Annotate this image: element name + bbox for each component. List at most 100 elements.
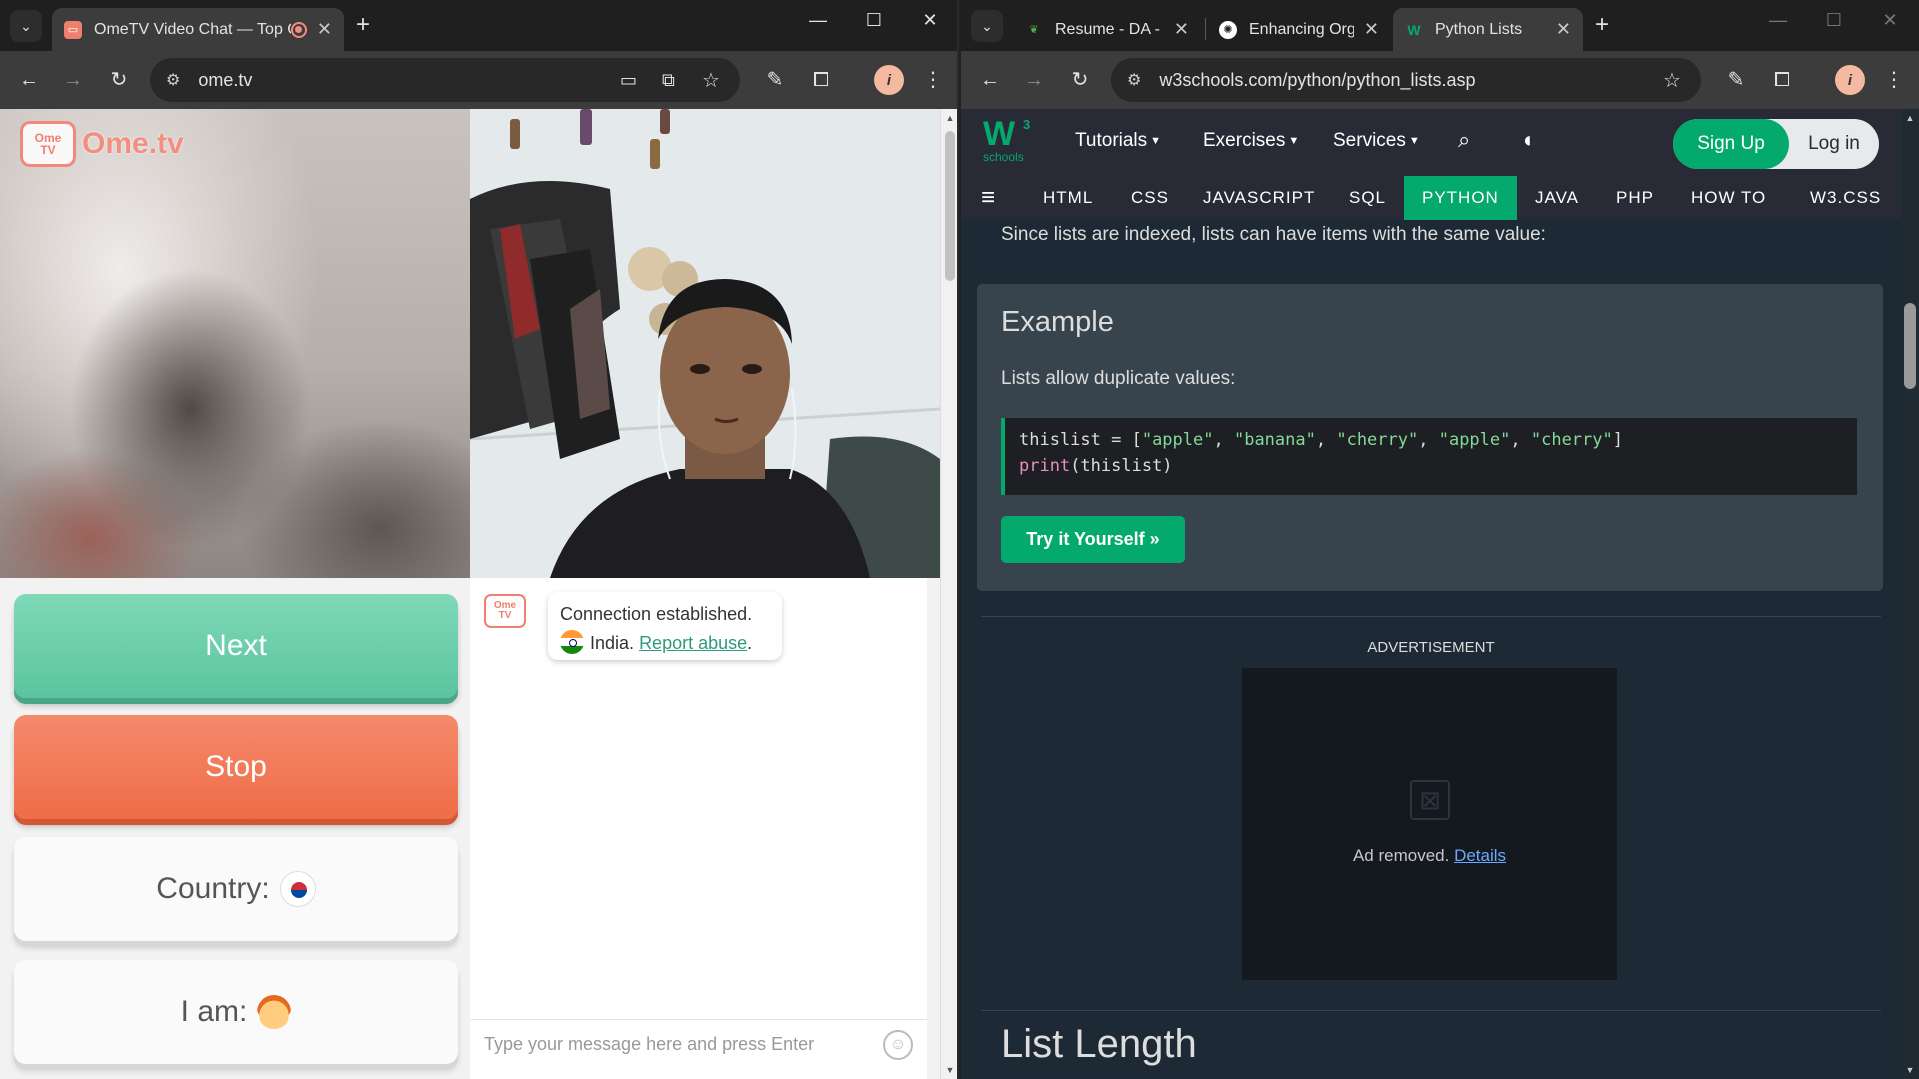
close-window-button[interactable]: ✕: [1868, 10, 1912, 31]
report-abuse-link[interactable]: Report abuse: [639, 633, 747, 653]
tab-search-button[interactable]: ⌄: [971, 10, 1003, 42]
emoji-picker-icon[interactable]: ☺: [883, 1030, 913, 1060]
ometv-page: Ome TV Ome.tv Next Stop Country: I am: O…: [0, 109, 957, 1079]
page-scrollbar[interactable]: ▲ ▼: [1901, 109, 1919, 1079]
profile-avatar[interactable]: i: [1835, 65, 1865, 95]
section-heading: List Length: [1001, 1022, 1197, 1066]
subnav-javascript[interactable]: JAVASCRIPT: [1185, 176, 1333, 220]
scroll-down-icon[interactable]: ▼: [941, 1065, 957, 1075]
subnav-java[interactable]: JAVA: [1517, 176, 1597, 220]
country-selector[interactable]: Country:: [14, 837, 458, 941]
forward-icon[interactable]: →: [58, 65, 88, 95]
bookmark-star-icon[interactable]: ☆: [702, 68, 720, 93]
ometv-favicon-icon: ▭: [64, 20, 82, 39]
subnav-w3css[interactable]: W3.CSS: [1792, 176, 1899, 220]
camera-icon[interactable]: ▭: [620, 70, 637, 91]
subnav-css[interactable]: CSS: [1113, 176, 1187, 220]
install-app-icon[interactable]: ⧉: [662, 70, 675, 91]
nav-tutorials[interactable]: Tutorials ▼: [1075, 130, 1161, 152]
subnav-html[interactable]: HTML: [1025, 176, 1111, 220]
w3schools-logo[interactable]: W 3 schools: [983, 117, 1035, 167]
tab-python-lists[interactable]: W Python Lists ✕: [1393, 8, 1583, 51]
local-video: [470, 109, 940, 578]
tab-separator: [1205, 18, 1206, 40]
maximize-button[interactable]: ☐: [1812, 10, 1856, 31]
site-info-icon[interactable]: ⚙: [166, 70, 180, 90]
back-icon[interactable]: ←: [975, 65, 1005, 95]
browser-toolbar: ← → ↻ ⚙ w3schools.com/python/python_list…: [961, 51, 1919, 109]
code-block: thislist = ["apple", "banana", "cherry",…: [1001, 418, 1857, 495]
extensions-icon[interactable]: ⧠: [806, 65, 836, 95]
minimize-button[interactable]: —: [796, 10, 840, 31]
try-it-yourself-button[interactable]: Try it Yourself »: [1001, 516, 1185, 563]
scrollbar-thumb[interactable]: [945, 131, 955, 281]
caret-down-icon: ▼: [1408, 135, 1420, 147]
south-korea-flag-icon: [279, 871, 316, 907]
reload-icon[interactable]: ↻: [1065, 65, 1095, 95]
tab-close-icon[interactable]: ✕: [1556, 19, 1571, 40]
tab-close-icon[interactable]: ✕: [317, 19, 332, 40]
minimize-button[interactable]: —: [1756, 10, 1800, 31]
maximize-button[interactable]: ☐: [852, 10, 896, 31]
bookmark-star-icon[interactable]: ☆: [1663, 68, 1681, 93]
self-camera-feed: [470, 109, 940, 578]
address-bar[interactable]: ⚙ ome.tv ▭ ⧉ ☆: [150, 58, 740, 102]
subnav-php[interactable]: PHP: [1598, 176, 1672, 220]
profile-avatar[interactable]: i: [874, 65, 904, 95]
remote-video: Ome TV Ome.tv: [0, 109, 470, 578]
example-box: Example Lists allow duplicate values: th…: [977, 284, 1883, 591]
tab-close-icon[interactable]: ✕: [1174, 19, 1189, 40]
subnav-sql[interactable]: SQL: [1331, 176, 1404, 220]
scrollbar-thumb[interactable]: [1904, 303, 1916, 389]
new-tab-button[interactable]: +: [356, 12, 370, 38]
main-content: Since lists are indexed, lists can have …: [961, 220, 1901, 1079]
logo-badge-bottom: TV: [40, 143, 56, 157]
new-tab-button[interactable]: +: [1595, 12, 1609, 38]
nav-exercises[interactable]: Exercises ▼: [1203, 130, 1299, 152]
page-scrollbar[interactable]: ▲ ▼: [940, 109, 957, 1079]
tab-ometv[interactable]: ▭ OmeTV Video Chat — Top Chatroulette Al…: [52, 8, 344, 51]
search-icon[interactable]: ⌕: [1458, 127, 1470, 153]
sign-up-button[interactable]: Sign Up: [1673, 119, 1789, 169]
chat-logo-bottom: TV: [498, 610, 512, 621]
address-text: w3schools.com/python/python_lists.asp: [1159, 69, 1476, 90]
report-suffix: .: [747, 633, 753, 653]
tab-resume[interactable]: ❦ Resume - DA - Online ✕: [1013, 8, 1201, 51]
next-button[interactable]: Next: [14, 594, 458, 698]
caret-down-icon: ▼: [1150, 135, 1162, 147]
ometv-badge-icon: Ome TV: [20, 121, 76, 167]
gender-selector[interactable]: I am:: [14, 960, 458, 1064]
stop-button[interactable]: Stop: [14, 715, 458, 819]
extensions-icon[interactable]: ⧠: [1767, 65, 1797, 95]
site-info-icon[interactable]: ⚙: [1127, 70, 1141, 90]
w3schools-page: W 3 schools Tutorials ▼ Exercises ▼ Servic…: [961, 109, 1919, 1079]
scroll-up-icon[interactable]: ▲: [941, 113, 957, 123]
ad-details-link[interactable]: Details: [1454, 846, 1506, 865]
eyedropper-icon[interactable]: ✎: [760, 65, 790, 95]
address-bar[interactable]: ⚙ w3schools.com/python/python_lists.asp …: [1111, 58, 1701, 102]
menu-kebab-icon[interactable]: ⋮: [1879, 65, 1909, 95]
nav-services[interactable]: Services ▼: [1333, 130, 1420, 152]
eyedropper-icon[interactable]: ✎: [1721, 65, 1751, 95]
ad-removed-icon: ⊠: [1410, 780, 1450, 820]
back-icon[interactable]: ←: [14, 65, 44, 95]
menu-kebab-icon[interactable]: ⋮: [918, 65, 948, 95]
hamburger-menu-icon[interactable]: ≡: [981, 186, 995, 210]
divider: [981, 1010, 1881, 1011]
chat-message-input[interactable]: Type your message here and press Enter ☺: [470, 1019, 927, 1069]
country-label: Country:: [156, 872, 270, 905]
tab-search-button[interactable]: ⌄: [10, 10, 42, 42]
forward-icon[interactable]: →: [1019, 65, 1049, 95]
scroll-up-icon[interactable]: ▲: [1901, 113, 1919, 123]
code-line-2: print(thislist): [1019, 456, 1173, 476]
tab-close-icon[interactable]: ✕: [1364, 19, 1379, 40]
theme-toggle-icon[interactable]: ◐: [1523, 127, 1536, 153]
subnav-how-to[interactable]: HOW TO: [1673, 176, 1784, 220]
caret-down-icon: ▼: [1288, 135, 1300, 147]
subnav-python[interactable]: PYTHON: [1404, 176, 1517, 220]
close-window-button[interactable]: ✕: [908, 10, 952, 31]
tab-enhancing[interactable]: ✺ Enhancing Organic ✕: [1207, 8, 1391, 51]
scroll-down-icon[interactable]: ▼: [1901, 1065, 1919, 1075]
reload-icon[interactable]: ↻: [104, 65, 134, 95]
log-in-button[interactable]: Log in: [1789, 119, 1879, 169]
